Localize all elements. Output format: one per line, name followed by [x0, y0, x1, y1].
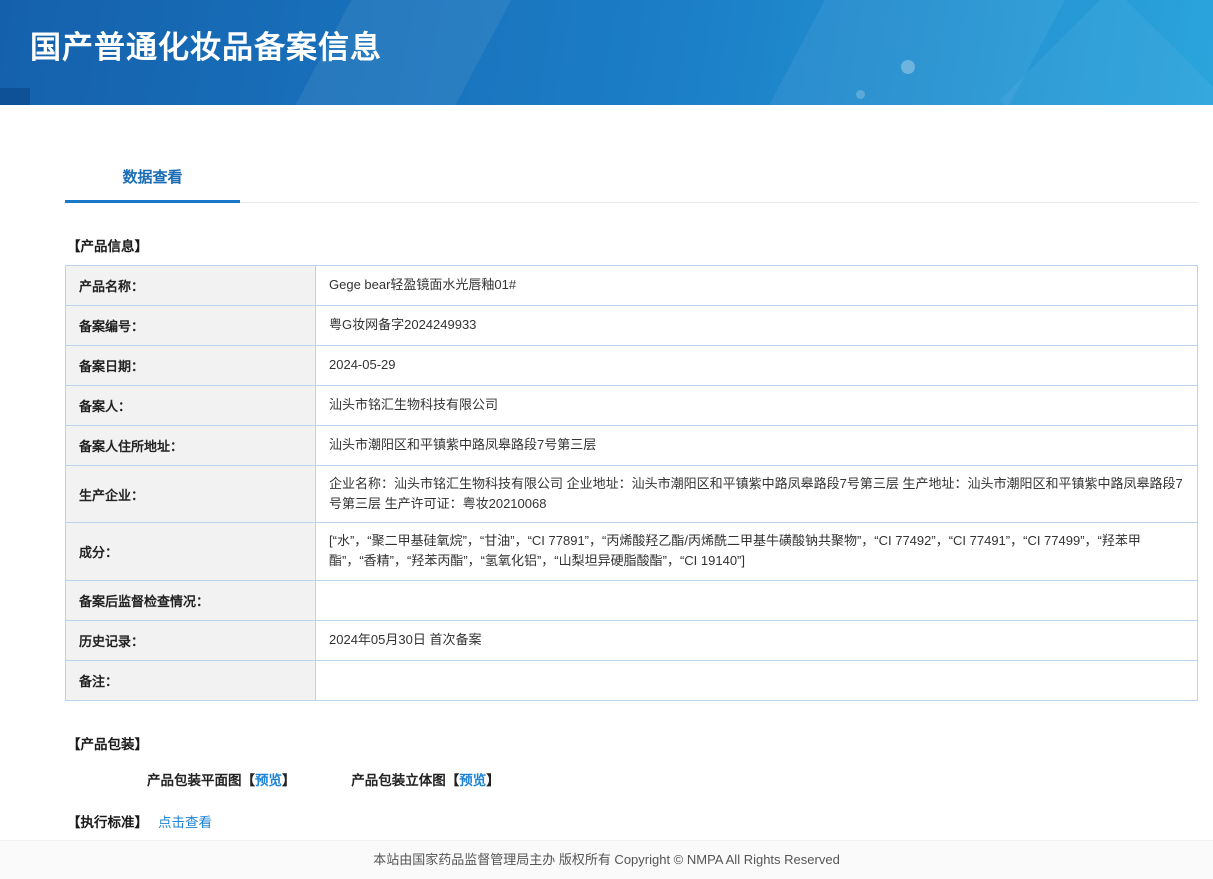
tab-bar: 数据查看: [65, 157, 1198, 203]
page: 国产普通化妆品备案信息 数据查看 【产品信息】 产品名称： Gege bear轻…: [0, 0, 1213, 879]
row-value: [315, 579, 1198, 621]
row-label: 备案人住所地址：: [65, 425, 316, 466]
preview-link-stereo[interactable]: 预览: [459, 773, 486, 788]
table-row: 备案后监督检查情况：: [65, 579, 1198, 621]
section-title-product-info: 【产品信息】: [67, 239, 148, 254]
row-label: 生产企业：: [65, 464, 316, 524]
row-value: 2024年05月30日 首次备案: [315, 619, 1198, 661]
exec-standard-row: 【执行标准】 点击查看: [67, 789, 1198, 831]
row-label: 成分：: [65, 522, 316, 581]
row-value: 2024-05-29: [315, 345, 1198, 386]
page-header: 国产普通化妆品备案信息: [0, 0, 1213, 105]
row-label: 备案日期：: [65, 345, 316, 386]
row-value: [“水”，“聚二甲基硅氧烷”，“甘油”，“CI 77891”，“丙烯酸羟乙酯/丙…: [315, 522, 1198, 581]
table-row: 生产企业： 企业名称：汕头市铭汇生物科技有限公司 企业地址：汕头市潮阳区和平镇紫…: [65, 464, 1198, 524]
header-decoration-dot: [901, 60, 915, 74]
row-label: 备案后监督检查情况：: [65, 579, 316, 621]
header-decoration-dot: [856, 90, 865, 99]
packaging-item-label: 产品包装立体图【: [351, 772, 460, 788]
packaging-item-label: 产品包装平面图【: [147, 772, 255, 788]
table-row: 备案人住所地址： 汕头市潮阳区和平镇紫中路凤皋路段7号第三层: [65, 425, 1198, 466]
exec-standard-link[interactable]: 点击查看: [158, 811, 212, 831]
row-label: 备案人：: [65, 385, 316, 426]
table-row: 产品名称： Gege bear轻盈镜面水光唇釉01#: [65, 265, 1198, 306]
row-value: 汕头市铭汇生物科技有限公司: [315, 385, 1198, 426]
table-row: 成分： [“水”，“聚二甲基硅氧烷”，“甘油”，“CI 77891”，“丙烯酸羟…: [65, 522, 1198, 581]
packaging-row: 产品包装平面图【预览】 产品包装立体图【预览】: [147, 769, 1198, 789]
table-row: 备案人： 汕头市铭汇生物科技有限公司: [65, 385, 1198, 426]
row-value: [315, 659, 1198, 701]
row-value: 粤G妆网备字2024249933: [315, 305, 1198, 346]
row-label: 历史记录：: [65, 619, 316, 661]
row-label: 备注：: [65, 659, 316, 701]
preview-link-flat[interactable]: 预览: [255, 773, 282, 788]
table-row: 备注：: [65, 659, 1198, 701]
row-label: 产品名称：: [65, 265, 316, 306]
table-row: 备案日期： 2024-05-29: [65, 345, 1198, 386]
row-value: 汕头市潮阳区和平镇紫中路凤皋路段7号第三层: [315, 425, 1198, 466]
packaging-item-label-suffix: 】: [282, 772, 296, 788]
packaging-item-label-suffix: 】: [486, 772, 500, 788]
footer-text: 本站由国家药品监督管理局主办 版权所有 Copyright © NMPA All…: [373, 852, 840, 867]
header-decoration-band: [999, 0, 1213, 105]
table-row: 备案编号： 粤G妆网备字2024249933: [65, 305, 1198, 346]
section-title-packaging: 【产品包装】: [67, 736, 148, 752]
row-value: 企业名称：汕头市铭汇生物科技有限公司 企业地址：汕头市潮阳区和平镇紫中路凤皋路段…: [315, 464, 1198, 524]
tab-data-view[interactable]: 数据查看: [65, 157, 240, 203]
header-decoration-corner: [0, 88, 30, 105]
packaging-item-stereo: 产品包装立体图【预览】: [351, 773, 500, 788]
page-title: 国产普通化妆品备案信息: [30, 30, 382, 65]
main-content: 数据查看 【产品信息】 产品名称： Gege bear轻盈镜面水光唇釉01# 备…: [0, 105, 1213, 868]
header-decoration-band: [745, 0, 1081, 105]
product-info-table: 产品名称： Gege bear轻盈镜面水光唇釉01# 备案编号： 粤G妆网备字2…: [65, 265, 1198, 701]
page-footer: 本站由国家药品监督管理局主办 版权所有 Copyright © NMPA All…: [0, 840, 1213, 879]
packaging-item-flat: 产品包装平面图【预览】: [147, 773, 296, 788]
row-label: 备案编号：: [65, 305, 316, 346]
row-value: Gege bear轻盈镜面水光唇釉01#: [315, 265, 1198, 306]
table-row: 历史记录： 2024年05月30日 首次备案: [65, 619, 1198, 661]
exec-standard-label: 【执行标准】: [67, 814, 148, 830]
